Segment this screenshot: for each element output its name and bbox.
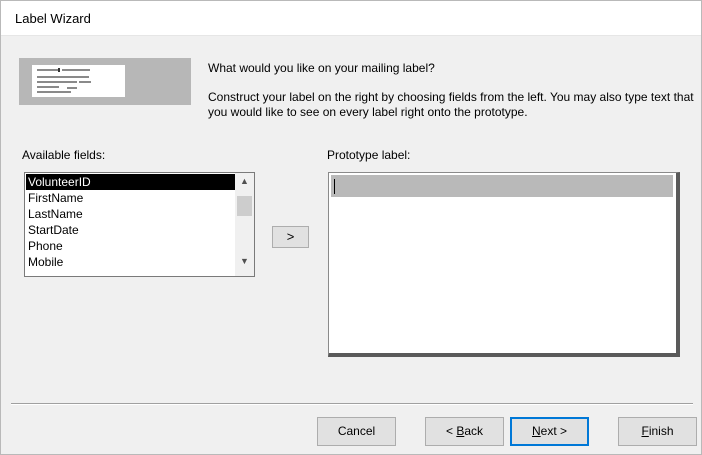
back-button[interactable]: < Back (425, 417, 504, 446)
list-item[interactable]: StartDate (26, 222, 235, 238)
finish-button[interactable]: Finish (618, 417, 697, 446)
text-caret (334, 179, 335, 194)
label-cursor-icon (58, 68, 60, 72)
label-preview-illustration (19, 58, 191, 105)
label-wizard-window: Label Wizard What would you like on your… (0, 0, 702, 455)
list-item[interactable]: VolunteerID (26, 174, 235, 190)
finish-button-rest: inish (648, 424, 674, 438)
wizard-description: Construct your label on the right by cho… (208, 90, 694, 119)
separator (11, 403, 693, 405)
back-button-prefix: < (445, 424, 457, 438)
next-button-rest: ext > (540, 424, 568, 438)
cancel-button[interactable]: Cancel (317, 417, 396, 446)
list-scrollbar[interactable]: ▲ ▼ (235, 173, 254, 276)
back-button-rest: ack (464, 424, 484, 438)
label-line-icon (37, 86, 59, 88)
prototype-label-heading: Prototype label: (327, 148, 411, 162)
list-item[interactable]: Phone (26, 238, 235, 254)
label-line-icon (37, 69, 59, 71)
next-button-accesskey: N (531, 424, 541, 438)
scroll-thumb[interactable] (237, 196, 252, 216)
finish-button-accesskey: F (641, 424, 649, 438)
cancel-button-label: Cancel (337, 424, 376, 438)
available-fields-list[interactable]: VolunteerID FirstName LastName StartDate… (24, 172, 255, 277)
available-fields-label: Available fields: (22, 148, 106, 162)
chevron-up-icon[interactable]: ▲ (235, 176, 254, 193)
list-item[interactable]: LastName (26, 206, 235, 222)
prototype-label-editor[interactable] (328, 172, 680, 357)
list-item[interactable]: Mobile (26, 254, 235, 270)
wizard-question: What would you like on your mailing labe… (208, 61, 435, 75)
label-line-icon (67, 87, 77, 89)
chevron-down-icon[interactable]: ▼ (235, 256, 254, 273)
label-line-icon (37, 91, 71, 93)
label-card-icon (32, 65, 125, 97)
label-line-icon (62, 69, 90, 71)
next-button[interactable]: Next > (510, 417, 589, 446)
add-field-button[interactable]: > (272, 226, 309, 248)
label-line-icon (37, 81, 77, 83)
label-line-icon (37, 76, 89, 78)
list-item[interactable]: FirstName (26, 190, 235, 206)
prototype-line[interactable] (331, 175, 673, 197)
label-line-icon (79, 81, 91, 83)
window-title: Label Wizard (15, 11, 91, 26)
title-bar: Label Wizard (1, 1, 701, 36)
